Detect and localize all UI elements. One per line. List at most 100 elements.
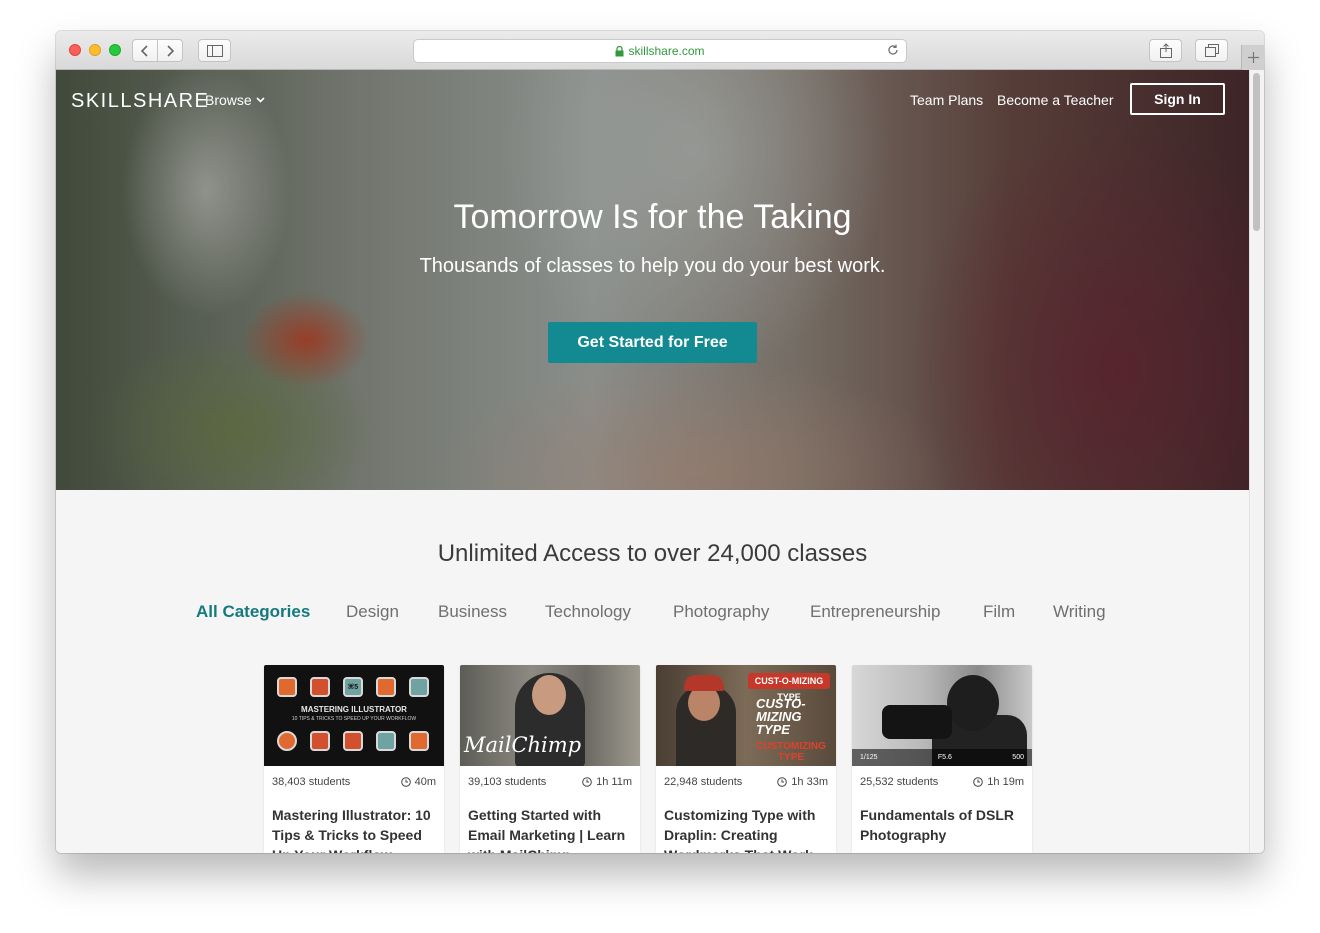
class-thumbnail: MailChimp [460,665,640,766]
tab-technology[interactable]: Technology [545,602,631,622]
hero-title: Tomorrow Is for the Taking [453,198,852,236]
aperture: F5.6 [937,754,952,761]
clock-icon [400,777,411,787]
skillshare-logo[interactable]: SKILLSHARE [71,90,209,113]
new-tab-button[interactable] [1241,45,1264,70]
pen-icon [376,731,396,751]
hand-icon [409,677,429,697]
class-thumbnail: CUST-O-MIZING TYPE CUSTO-MIZING TYPE CUS… [656,665,836,766]
class-title[interactable]: Customizing Type with Draplin: Creating … [664,805,828,853]
class-meta: 25,532 students 1h 19m [860,776,1024,788]
tab-all-categories[interactable]: All Categories [196,602,310,622]
class-meta: 38,403 students 40m [272,776,436,788]
class-duration: 1h 33m [777,776,828,788]
clock-icon [582,777,592,787]
layers-icon [409,731,429,751]
instructor-face [532,675,566,715]
grid-icon [277,677,297,697]
chevron-left-icon [141,44,148,57]
section-heading: Unlimited Access to over 24,000 classes [437,540,868,567]
reload-button[interactable] [887,44,899,59]
lock-icon [615,45,624,56]
duration-text: 1h 11m [596,776,632,788]
class-meta: 39,103 students 1h 11m [468,776,632,788]
url-text: skillshare.com [628,44,705,58]
address-bar[interactable]: skillshare.com [413,39,907,63]
mailchimp-logo: MailChimp [464,733,582,757]
share-icon [1159,43,1172,58]
clock-icon [973,777,984,787]
sidebar-icon [206,44,223,57]
class-title[interactable]: Mastering Illustrator: 10 Tips & Tricks … [272,805,436,853]
camera-hud: 1/125 F5.6 500 [852,749,1032,766]
class-card[interactable]: ⌘5 MASTERING ILLUSTRATOR 10 TIPS & TRICK… [264,665,444,853]
tab-film[interactable]: Film [983,602,1015,622]
hero-banner: SKILLSHARE Browse Team Plans Become a Te… [56,70,1249,490]
chevron-down-icon [256,97,265,103]
forward-button[interactable] [157,39,183,62]
class-card[interactable]: CUST-O-MIZING TYPE CUSTO-MIZING TYPE CUS… [656,665,836,853]
thumbnail-footer: CUSTOMIZING TYPE [756,741,826,763]
thumbnail-banner: CUST-O-MIZING TYPE [748,673,830,702]
become-teacher-link[interactable]: Become a Teacher [997,92,1113,108]
show-tabs-button[interactable] [1195,39,1228,62]
sign-in-button[interactable]: Sign In [1130,83,1225,115]
tab-writing[interactable]: Writing [1053,602,1106,622]
class-card[interactable]: MailChimp 39,103 students 1h 11m Getting… [460,665,640,853]
tab-design[interactable]: Design [346,602,399,622]
tab-photography[interactable]: Photography [673,602,769,622]
browser-window: skillshare.com SKILLSHARE Browse Team Pl… [56,31,1264,853]
clock-icon [777,777,788,787]
minimize-window-button[interactable] [89,44,101,56]
reload-icon [888,44,898,55]
instructor-head [947,675,999,731]
zoom-window-button[interactable] [109,44,121,56]
share-button[interactable] [1149,39,1182,62]
tabs-icon [1204,44,1219,57]
duration-text: 1h 19m [987,776,1024,788]
chevron-right-icon [167,44,174,57]
team-plans-link[interactable]: Team Plans [910,92,983,108]
class-thumbnail: ⌘5 MASTERING ILLUSTRATOR 10 TIPS & TRICK… [264,665,444,766]
plus-icon [1247,52,1259,63]
class-title[interactable]: Fundamentals of DSLR Photography [860,805,1024,845]
duration-text: 40m [414,776,436,788]
thumbnail-lettering: CUSTO-MIZING TYPE [756,696,806,737]
duration-text: 1h 33m [791,776,828,788]
tab-entrepreneurship[interactable]: Entrepreneurship [810,602,940,622]
scrollbar-thumb[interactable] [1253,73,1260,231]
thumbnail-title: MASTERING ILLUSTRATOR [301,705,407,714]
class-thumbnail: 1/125 F5.6 500 [852,665,1032,766]
class-meta: 22,948 students 1h 33m [664,776,828,788]
selection-icon [376,677,396,697]
thumbnail-subtitle: 10 TIPS & TRICKS TO SPEED UP YOUR WORKFL… [291,716,417,722]
shortcut-icon: ⌘5 [343,677,363,697]
class-duration: 1h 19m [973,776,1024,788]
sidebar-toggle-button[interactable] [198,39,231,62]
hero-background-image [56,70,1249,490]
hero-subtitle: Thousands of classes to help you do your… [419,255,886,277]
student-count: 38,403 students [272,776,351,788]
student-count: 39,103 students [468,776,547,788]
classes-section: Unlimited Access to over 24,000 classes … [56,490,1249,853]
browse-label: Browse [205,92,252,108]
tab-business[interactable]: Business [438,602,507,622]
circle-icon [277,731,297,751]
iso: 500 [1012,754,1024,761]
class-card[interactable]: 1/125 F5.6 500 25,532 students 1h 19m Fu… [852,665,1032,853]
student-count: 22,948 students [664,776,743,788]
crop-icon [310,677,330,697]
get-started-button[interactable]: Get Started for Free [548,322,757,363]
class-title[interactable]: Getting Started with Email Marketing | L… [468,805,632,853]
camera-shape [882,705,952,739]
instructor-cap [684,675,724,691]
class-duration: 40m [400,776,436,788]
back-button[interactable] [132,39,158,62]
shutter-speed: 1/125 [860,754,878,761]
student-count: 25,532 students [860,776,939,788]
dashed-circle-icon [310,731,330,751]
class-duration: 1h 11m [582,776,632,788]
close-window-button[interactable] [69,44,81,56]
browse-menu[interactable]: Browse [205,92,265,108]
browser-toolbar: skillshare.com [56,31,1264,70]
